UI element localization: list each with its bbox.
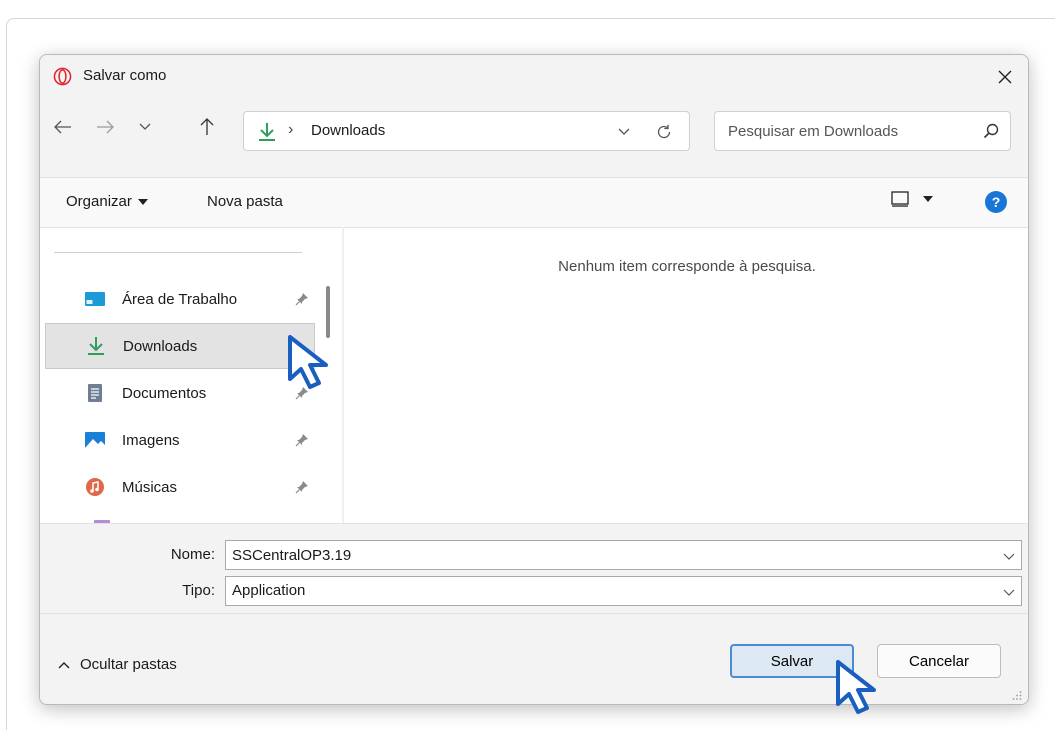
caret-down-icon: [923, 196, 933, 202]
sidebar-scrollbar[interactable]: [326, 286, 330, 338]
help-button[interactable]: ?: [985, 191, 1007, 213]
address-history-button[interactable]: [610, 118, 638, 146]
close-button[interactable]: [982, 55, 1028, 99]
sidebar-item-documents[interactable]: Documentos: [45, 370, 315, 416]
view-options-button[interactable]: [891, 191, 933, 207]
hide-folders-button[interactable]: Ocultar pastas: [58, 656, 177, 673]
view-icon: [891, 191, 909, 207]
dialog-footer: Ocultar pastas Salvar Cancelar: [40, 613, 1028, 704]
pin-icon: [295, 387, 308, 400]
download-icon: [85, 335, 107, 357]
opera-logo-icon: [53, 67, 72, 86]
sidebar-item-pictures[interactable]: Imagens: [45, 417, 315, 463]
sidebar-item-label: Área de Trabalho: [122, 290, 238, 308]
file-name-input[interactable]: [226, 541, 986, 569]
file-type-value: Application: [232, 582, 306, 599]
music-icon: [84, 476, 106, 498]
sidebar-item-label: Imagens: [122, 431, 180, 449]
save-button[interactable]: Salvar: [730, 644, 854, 678]
refresh-button[interactable]: [650, 118, 678, 146]
chevron-down-icon: [618, 128, 630, 135]
file-list[interactable]: Nenhum item corresponde à pesquisa.: [344, 227, 1028, 523]
pin-icon: [295, 481, 308, 494]
file-type-label: Tipo:: [182, 582, 215, 599]
forward-button[interactable]: [90, 112, 120, 142]
recent-locations-button[interactable]: [130, 112, 160, 142]
file-name-label: Nome:: [170, 546, 215, 563]
chevron-down-icon[interactable]: [1003, 550, 1015, 562]
search-input[interactable]: [716, 113, 966, 149]
pin-icon: [295, 293, 308, 306]
title-bar: Salvar como: [40, 55, 1028, 99]
sidebar-item-desktop[interactable]: Área de Trabalho: [45, 276, 315, 322]
new-folder-button[interactable]: Nova pasta: [207, 193, 283, 210]
pin-icon: [295, 434, 308, 447]
empty-state-message: Nenhum item corresponde à pesquisa.: [558, 258, 816, 275]
hide-folders-label: Ocultar pastas: [80, 656, 177, 673]
chevron-down-icon: [1003, 589, 1015, 596]
download-icon: [259, 123, 275, 141]
sidebar-item-downloads[interactable]: Downloads: [45, 323, 315, 369]
sidebar-item-music[interactable]: Músicas: [45, 464, 315, 510]
file-fields: Nome: Tipo: Application: [40, 523, 1028, 613]
sidebar-divider: [54, 252, 302, 253]
breadcrumb-downloads[interactable]: Downloads: [311, 122, 385, 139]
up-button[interactable]: [192, 112, 222, 142]
breadcrumb-separator: ›: [288, 121, 294, 138]
sidebar-item-label: Músicas: [122, 478, 178, 496]
file-name-combobox[interactable]: [225, 540, 1022, 570]
dialog-title: Salvar como: [83, 67, 167, 84]
chevron-down-icon: [139, 123, 151, 130]
arrow-left-icon: [54, 120, 71, 134]
organize-button[interactable]: Organizar: [66, 193, 148, 210]
back-button[interactable]: [48, 112, 78, 142]
caret-down-icon: [137, 198, 148, 205]
search-box[interactable]: [714, 111, 1011, 151]
document-icon: [84, 382, 106, 404]
file-type-select[interactable]: Application: [225, 576, 1022, 606]
arrow-right-icon: [97, 120, 114, 134]
organize-label: Organizar: [66, 193, 132, 210]
navigation-pane: Área de Trabalho Downloads Documentos Im…: [40, 227, 342, 524]
address-bar[interactable]: › Downloads: [243, 111, 690, 151]
sidebar-item-label: Downloads: [123, 337, 198, 355]
sidebar-item-label: Documentos: [122, 384, 207, 402]
resize-grip-icon[interactable]: [1012, 690, 1022, 700]
refresh-icon: [657, 124, 671, 139]
arrow-up-icon: [200, 118, 214, 135]
search-icon: [983, 123, 999, 139]
desktop-icon: [84, 288, 106, 310]
cancel-button[interactable]: Cancelar: [877, 644, 1001, 678]
close-icon: [998, 70, 1012, 84]
chevron-up-icon: [58, 661, 70, 668]
command-bar: Organizar Nova pasta ?: [40, 177, 1028, 227]
save-as-dialog: Salvar como › Downloads Pesquisar em Dow…: [39, 54, 1029, 705]
image-icon: [84, 429, 106, 451]
